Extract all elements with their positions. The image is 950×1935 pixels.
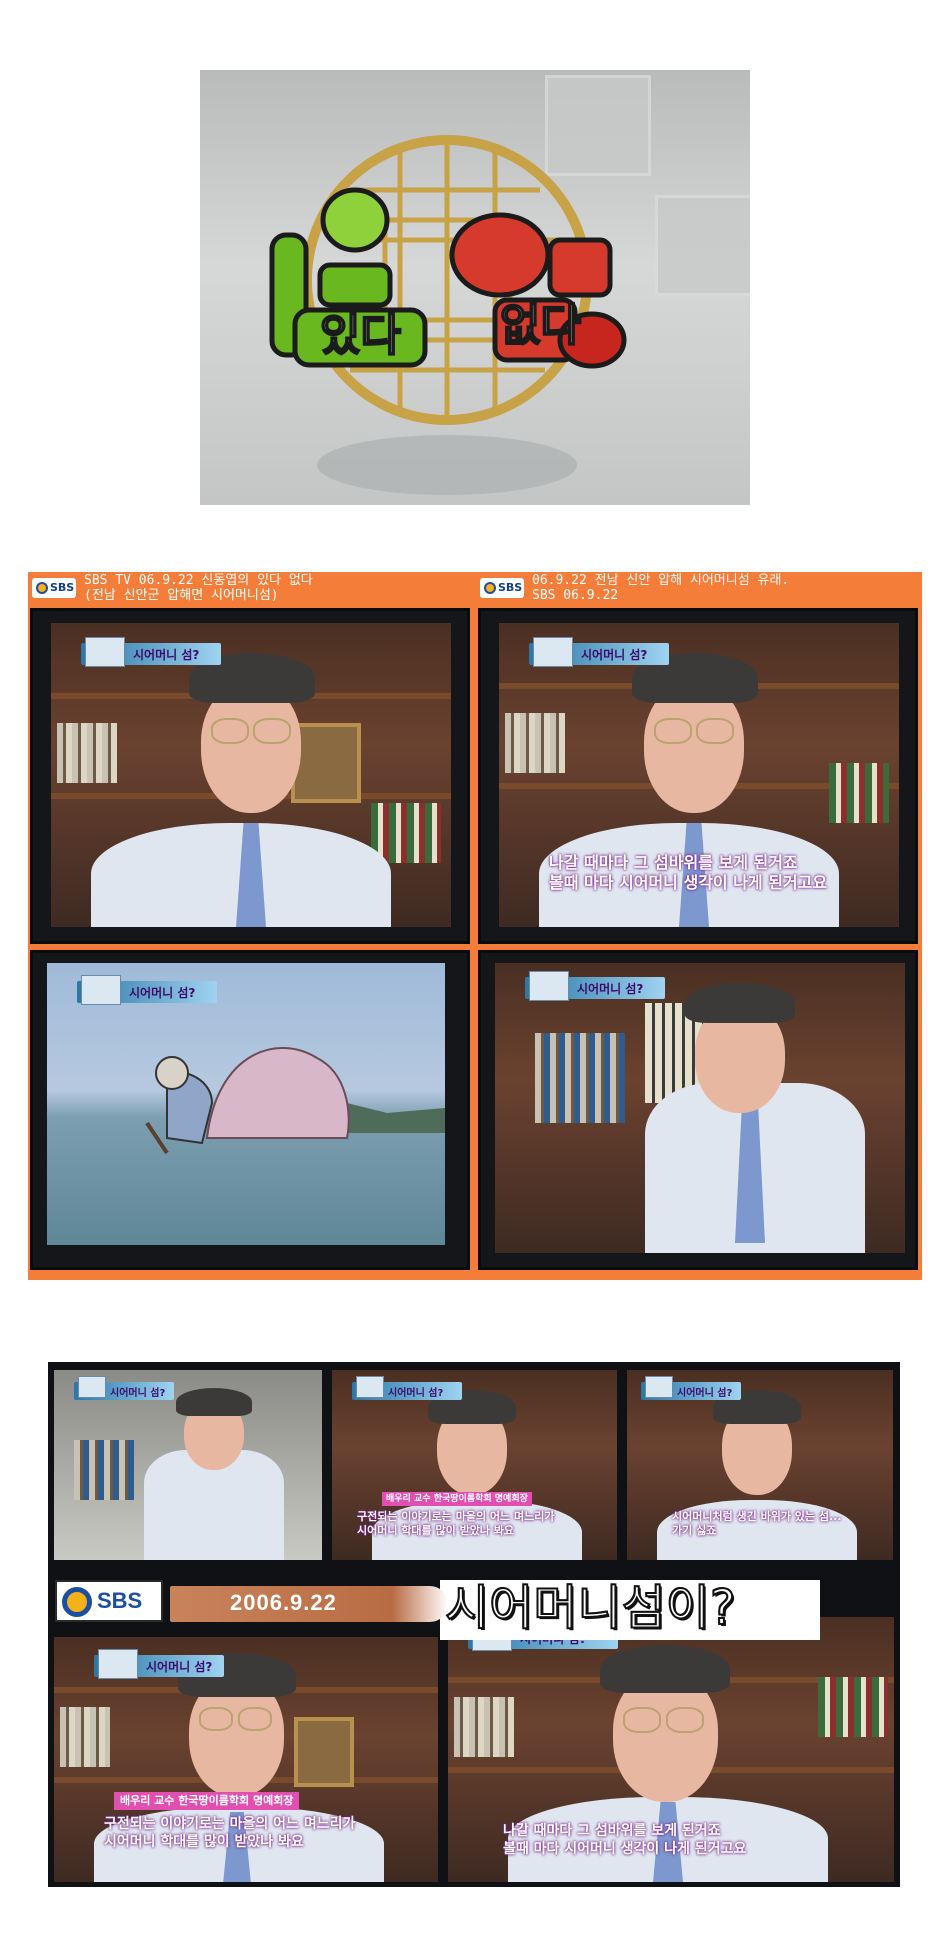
video-still-interview: 시어머니 섬? 배우리 교수 한국땅이름학회 명예회장 구전되는 이야기로는 마…: [54, 1637, 438, 1882]
sbs-logo-text: SBS: [97, 1588, 143, 1613]
video-still-interview: 시어머니 섬?: [495, 963, 905, 1253]
video-still-interview: 시어머니 섬? 배우리 교수 한국땅이름학회 명예회장 구전되는 이야기로는 마…: [332, 1370, 617, 1560]
island-animation-art: [145, 1046, 445, 1155]
logo-word-1: 있다: [320, 310, 401, 361]
news-composite: SBS SBS TV 06.9.22 신동엽의 있다 없다 (전남 신안군 압해…: [28, 572, 922, 1280]
topic-tag: 시어머니 섬?: [352, 1376, 462, 1400]
date-text: 2006.9.22: [230, 1590, 337, 1615]
tv-frame: 시어머니 섬?: [478, 950, 918, 1270]
subtitle: 구전되는 이야기로는 마을의 어느 며느리가 시어머니 학대를 많이 받았나 봐…: [357, 1510, 555, 1537]
logo-title-card: 있다 없다: [200, 70, 750, 505]
sbs-mini-logo: SBS: [32, 578, 76, 598]
topic-tag: 시어머니 섬?: [77, 975, 217, 1005]
video-still-interview: 시어머니 섬? 시어머니처럼 생긴 바위가 있는 섬... 가기 싫죠: [627, 1370, 893, 1560]
caption-line-1: 06.9.22 전남 신안 압해 시어머니섬 유래.: [532, 573, 790, 588]
caption-line-2: SBS 06.9.22: [532, 588, 619, 603]
sbs-ring-icon: [484, 582, 496, 594]
sbs-ring-icon: [62, 1587, 92, 1617]
sbs-logo: SBS: [55, 1580, 163, 1622]
headline-caption: 시어머니섬이?: [444, 1579, 736, 1637]
video-still-interview: 시어머니 섬? 나갈 때마다 그 섬바위를 보게 된거죠 볼때 마다 시어머니 …: [499, 623, 899, 927]
speaker-name-tag: 배우리 교수 한국땅이름학회 명예회장: [382, 1492, 532, 1506]
subtitle: 시어머니처럼 생긴 바위가 있는 섬... 가기 싫죠: [672, 1510, 842, 1537]
subtitle: 나갈 때마다 그 섬바위를 보게 된거죠 볼때 마다 시어머니 생각이 나게 된…: [503, 1823, 747, 1857]
topic-tag: 시어머니 섬?: [641, 1376, 741, 1400]
tv-frame: 시어머니 섬?: [30, 608, 470, 944]
video-still-interview: 시어머니 섬? 나갈 때마다 그 섬바위를 보게 된거죠 볼때 마다 시어머니 …: [448, 1617, 894, 1882]
topic-tag: 시어머니 섬?: [81, 637, 221, 667]
speaker-name-tag: 배우리 교수 한국땅이름학회 명예회장: [114, 1792, 300, 1810]
caption-left: SBS SBS TV 06.9.22 신동엽의 있다 없다 (전남 신안군 압해…: [28, 572, 468, 606]
video-still-interview: 시어머니 섬?: [54, 1370, 322, 1560]
caption-line-1: SBS TV 06.9.22 신동엽의 있다 없다: [84, 573, 313, 588]
topic-tag: 시어머니 섬?: [525, 971, 665, 1001]
topic-tag: 시어머니 섬?: [74, 1376, 174, 1400]
sbs-mini-logo: SBS: [480, 578, 524, 598]
video-still-interview: 시어머니 섬?: [51, 623, 451, 927]
caption-right: SBS 06.9.22 전남 신안 압해 시어머니섬 유래. SBS 06.9.…: [476, 572, 922, 606]
topic-tag: 시어머니 섬?: [529, 637, 669, 667]
subtitle: 구전되는 이야기로는 마을의 어느 며느리가 시어머니 학대를 많이 받았나 봐…: [104, 1816, 356, 1850]
tv-frame: 시어머니 섬? 나갈 때마다 그 섬바위를 보게 된거죠 볼때 마다 시어머니 …: [478, 608, 918, 944]
show-logo-graphic: 있다 없다: [269, 135, 627, 495]
video-still-animation: 시어머니 섬?: [47, 963, 445, 1245]
subtitle: 나갈 때마다 그 섬바위를 보게 된거죠 볼때 마다 시어머니 생각이 나게 된…: [549, 853, 828, 892]
date-banner: 2006.9.22: [170, 1586, 448, 1622]
tv-frame: 시어머니 섬?: [30, 950, 470, 1270]
topic-tag: 시어머니 섬?: [94, 1649, 224, 1679]
caption-line-2: (전남 신안군 압해면 시어머니섬): [84, 588, 279, 603]
logo-word-2: 없다: [500, 300, 581, 351]
sbs-ring-icon: [36, 582, 48, 594]
